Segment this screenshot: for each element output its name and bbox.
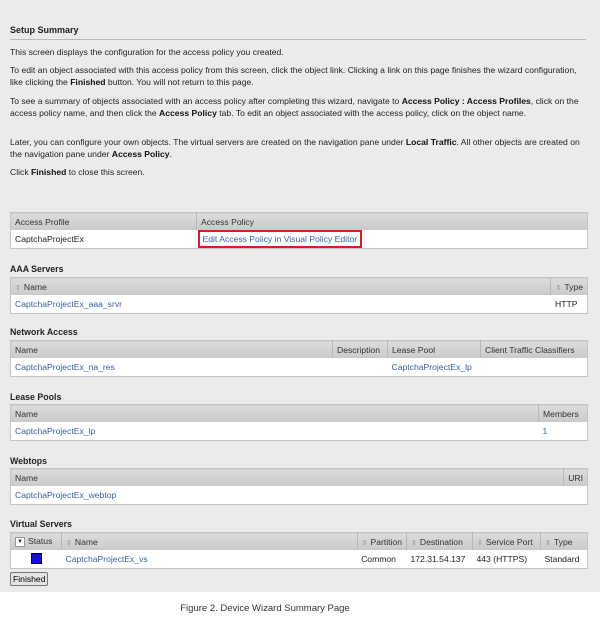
dropdown-icon[interactable]: ▼ xyxy=(15,536,25,547)
col-partition[interactable]: ⇕ Partition xyxy=(357,532,408,550)
network-access-table: Name Description Lease Pool Client Traffic … xyxy=(10,340,588,377)
intro-text: This screen displays the configuration f… xyxy=(10,47,284,57)
sort-icon: ⇕ xyxy=(555,284,562,292)
virtual-servers-title: Virtual Servers xyxy=(10,519,72,529)
col-members: Members xyxy=(538,404,588,422)
setup-summary-panel: Setup Summary This screen displays the c… xyxy=(0,0,600,592)
table-row: CaptchaProjectEx_vs Common 172.31.54.137 44… xyxy=(11,550,588,569)
finished-button[interactable]: Finished xyxy=(10,572,49,586)
type-cell: Standard xyxy=(544,554,580,564)
sort-icon: ⇕ xyxy=(66,539,72,547)
partition-cell: Common xyxy=(361,554,396,564)
page-title: Setup Summary xyxy=(10,25,586,40)
status-icon xyxy=(30,552,42,564)
table-row: CaptchaProjectEx_lp 1 xyxy=(11,422,588,441)
lease-pools-title: Lease Pools xyxy=(10,392,62,402)
lease-pool-link[interactable]: CaptchaProjectEx_lp xyxy=(392,362,472,372)
table-row: CaptchaProjectEx_aaa_srvr HTTP xyxy=(11,295,588,314)
aaa-servers-title: AAA Servers xyxy=(10,264,64,274)
edit-info-text: To edit an object associated with this a… xyxy=(10,65,577,87)
sort-icon: ⇕ xyxy=(15,284,21,292)
uri-cell xyxy=(564,486,588,505)
service-port-cell: 443 (HTTPS) xyxy=(476,554,528,564)
sort-icon: ⇕ xyxy=(477,539,483,547)
col-type[interactable]: ⇕ Type xyxy=(550,277,588,295)
webtops-title: Webtops xyxy=(10,456,47,466)
access-profile-name: CaptchaProjectEx xyxy=(15,234,84,244)
access-profile-table: Access Profile Access Policy CaptchaProje… xyxy=(10,212,588,249)
col-access-policy: Access Policy xyxy=(196,212,588,230)
col-service-port[interactable]: ⇕ Service Port xyxy=(472,532,541,550)
network-access-link[interactable]: CaptchaProjectEx_na_res xyxy=(15,362,115,372)
table-row: CaptchaProjectEx_na_res CaptchaProjectEx_… xyxy=(11,358,588,377)
col-name[interactable]: ⇕ Name xyxy=(10,277,552,295)
finish-info-text: Click Finished to close this screen. xyxy=(10,167,145,177)
members-link[interactable]: 1 xyxy=(543,426,548,436)
table-row: CaptchaProjectEx Edit Access Policy in Vi… xyxy=(11,230,588,249)
sort-icon: ⇕ xyxy=(411,539,417,547)
virtual-servers-table: ▼ Status ⇕ Name ⇕ Partition ⇕ Destination ⇕ Servi… xyxy=(10,532,588,569)
edit-access-policy-link[interactable]: Edit Access Policy in Visual Policy Edit… xyxy=(197,230,363,248)
lease-pool-link[interactable]: CaptchaProjectEx_lp xyxy=(15,426,95,436)
col-description: Description xyxy=(332,340,388,358)
webtop-link[interactable]: CaptchaProjectEx_webtop xyxy=(15,490,116,500)
table-row: CaptchaProjectEx_webtop xyxy=(11,486,588,505)
col-uri: URI xyxy=(563,468,588,486)
figure-caption: Figure 2. Device Wizard Summary Page xyxy=(180,603,350,614)
col-lease-pool: Lease Pool xyxy=(387,340,481,358)
aaa-servers-table: ⇕ Name ⇕ Type CaptchaProjectEx_aaa_srvr HTTP xyxy=(10,277,588,314)
configure-info-text: Later, you can configure your own object… xyxy=(10,137,580,159)
col-name[interactable]: ⇕ Name xyxy=(61,532,358,550)
webtops-table: Name URI CaptchaProjectEx_webtop xyxy=(10,468,588,505)
description-cell xyxy=(333,358,388,377)
lease-pools-table: Name Members CaptchaProjectEx_lp 1 xyxy=(10,404,588,441)
network-access-title: Network Access xyxy=(10,327,78,337)
col-type[interactable]: ⇕ Type xyxy=(540,532,588,550)
aaa-server-link[interactable]: CaptchaProjectEx_aaa_srvr xyxy=(15,299,122,309)
col-status[interactable]: ▼ Status xyxy=(10,532,62,550)
aaa-type: HTTP xyxy=(554,299,578,309)
col-name: Name xyxy=(10,404,539,422)
sort-icon: ⇕ xyxy=(545,539,551,547)
col-name: Name xyxy=(10,468,565,486)
summary-info-text: To see a summary of objects associated w… xyxy=(10,96,579,118)
col-client-traffic-classifiers: Client Traffic Classifiers xyxy=(480,340,588,358)
col-access-profile: Access Profile xyxy=(10,212,197,230)
col-name: Name xyxy=(10,340,333,358)
col-destination[interactable]: ⇕ Destination xyxy=(406,532,473,550)
virtual-server-link[interactable]: CaptchaProjectEx_vs xyxy=(66,554,148,564)
classifiers-cell xyxy=(481,358,588,377)
sort-icon: ⇕ xyxy=(361,539,368,547)
destination-cell: 172.31.54.137 xyxy=(410,554,466,564)
